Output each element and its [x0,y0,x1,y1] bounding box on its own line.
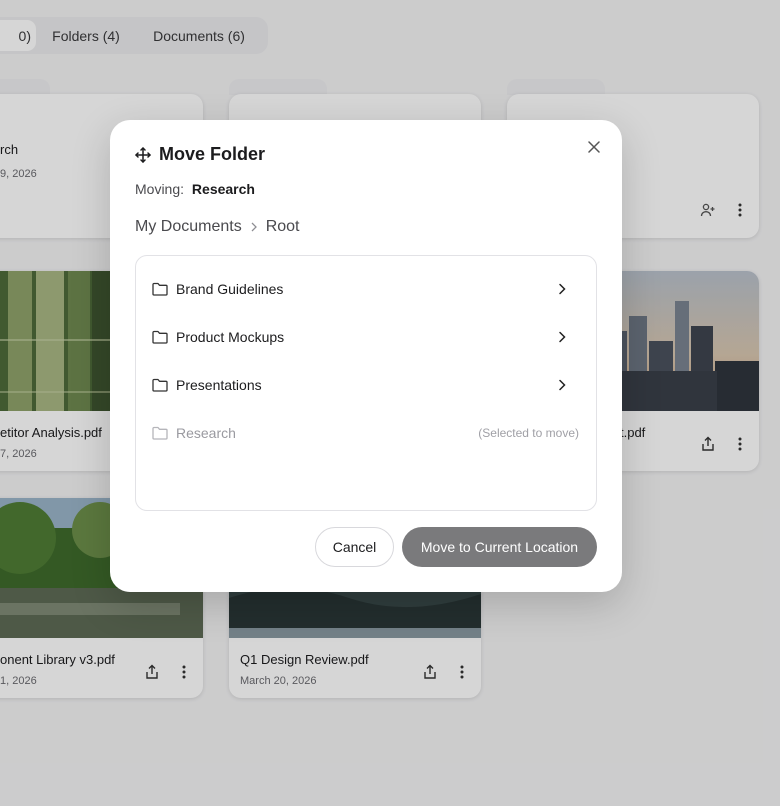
folder-icon [152,378,168,392]
folder-icon [152,330,168,344]
folder-icon [152,426,168,440]
chevron-right-icon [250,222,258,232]
moving-value: Research [191,181,255,197]
cancel-button[interactable]: Cancel [315,527,394,567]
chevron-right-icon[interactable] [554,329,570,345]
chevron-right-icon[interactable] [554,377,570,393]
moving-info: Moving: Research [135,181,255,197]
folder-item-brand-guidelines[interactable]: Brand Guidelines [136,265,596,313]
move-to-current-location-button[interactable]: Move to Current Location [402,527,597,567]
selected-to-move-note: (Selected to move) [478,426,579,440]
move-folder-dialog: Move Folder Moving: Research My Document… [110,120,622,592]
breadcrumb-my-documents[interactable]: My Documents [135,218,242,236]
folder-name: Presentations [176,377,262,393]
folder-item-research: Research (Selected to move) [136,409,596,457]
close-icon [588,141,600,153]
move-arrows-icon [135,146,151,163]
folder-icon [152,282,168,296]
breadcrumb-root[interactable]: Root [266,218,300,236]
close-button[interactable] [584,137,604,157]
folder-name: Product Mockups [176,329,285,345]
folder-item-product-mockups[interactable]: Product Mockups [136,313,596,361]
breadcrumb: My Documents Root [135,218,300,236]
folder-name: Research [176,425,236,441]
moving-label: Moving: [135,181,185,197]
folder-name: Brand Guidelines [176,281,284,297]
folder-item-presentations[interactable]: Presentations [136,361,596,409]
chevron-right-icon[interactable] [554,281,570,297]
dialog-header: Move Folder [135,144,265,165]
folder-list: Brand Guidelines Product Mockups Present… [135,255,597,511]
dialog-title: Move Folder [159,144,266,164]
